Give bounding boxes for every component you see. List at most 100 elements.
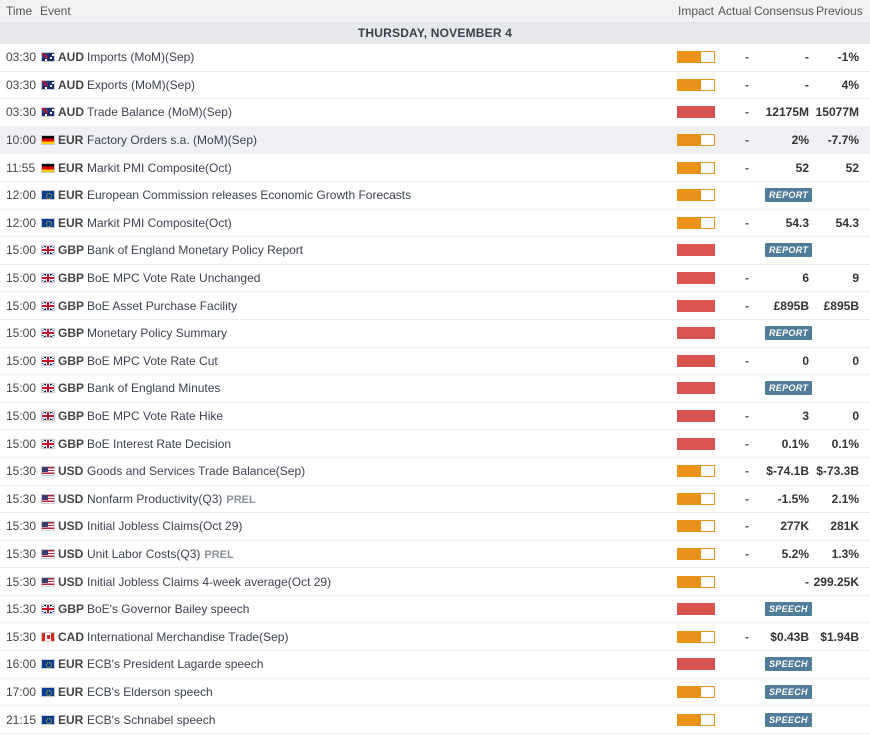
event-row[interactable]: 15:00 GBP BoE MPC Vote Rate Cut - 0 0: [0, 347, 870, 376]
event-row[interactable]: 03:30 AUD Exports (MoM)(Sep) - - 4%: [0, 71, 870, 100]
event-name[interactable]: BoE Interest Rate Decision: [87, 437, 231, 451]
speech-badge[interactable]: SPEECH: [765, 684, 812, 699]
event-name[interactable]: Initial Jobless Claims 4-week average(Oc…: [87, 575, 331, 589]
event-title[interactable]: European Commission releases Economic Gr…: [87, 188, 411, 202]
event-title[interactable]: Markit PMI Composite(Oct): [87, 161, 232, 175]
event-row[interactable]: 15:00 GBP BoE Interest Rate Decision - 0.1% 0…: [0, 430, 870, 458]
event-row[interactable]: 15:00 GBP BoE Asset Purchase Facility - £895…: [0, 292, 870, 320]
event-title[interactable]: ECB's Elderson speech: [87, 685, 213, 699]
event-name[interactable]: Imports (MoM)(Sep): [87, 50, 194, 64]
event-name[interactable]: European Commission releases Economic Gr…: [87, 188, 411, 202]
event-title[interactable]: BoE Interest Rate Decision: [87, 437, 231, 451]
event-row[interactable]: 15:00 GBP BoE MPC Vote Rate Unchanged - 6 9: [0, 264, 870, 293]
event-name[interactable]: Monetary Policy Summary: [87, 326, 227, 340]
event-name[interactable]: Initial Jobless Claims(Oct 29): [87, 519, 242, 533]
event-row[interactable]: 15:30 USD Initial Jobless Claims(Oct 29) - 2…: [0, 513, 870, 541]
event-name[interactable]: Unit Labor Costs(Q3) PREL: [87, 547, 234, 561]
event-row[interactable]: 12:00 EUR Markit PMI Composite(Oct) - 54.3 54…: [0, 209, 870, 238]
event-row[interactable]: 15:30 CAD International Merchandise Trade(…: [0, 623, 870, 652]
event-name[interactable]: BoE MPC Vote Rate Hike: [87, 409, 223, 423]
event-row[interactable]: 15:30 USD Unit Labor Costs(Q3) PREL - 5.2% 1.3…: [0, 540, 870, 569]
event-row[interactable]: 15:00 GBP Bank of England Minutes REPORT: [0, 375, 870, 403]
event-row[interactable]: 12:00 EUR European Commission releases Eco…: [0, 181, 870, 210]
event-title[interactable]: Markit PMI Composite(Oct): [87, 216, 232, 230]
event-title[interactable]: Initial Jobless Claims 4-week average(Oc…: [87, 575, 331, 589]
event-title[interactable]: Unit Labor Costs(Q3): [87, 547, 200, 561]
event-title[interactable]: Goods and Services Trade Balance(Sep): [87, 464, 305, 478]
header-consensus[interactable]: Consensus: [754, 4, 814, 18]
speech-badge[interactable]: SPEECH: [765, 712, 812, 727]
header-time[interactable]: Time: [6, 4, 32, 18]
event-title[interactable]: BoE MPC Vote Rate Cut: [87, 354, 218, 368]
event-row[interactable]: 17:00 EUR ECB's Elderson speech SPEECH: [0, 678, 870, 707]
event-name[interactable]: BoE MPC Vote Rate Cut: [87, 354, 218, 368]
event-title[interactable]: BoE MPC Vote Rate Unchanged: [87, 271, 260, 285]
event-title[interactable]: Bank of England Monetary Policy Report: [87, 243, 303, 257]
report-badge[interactable]: REPORT: [765, 381, 813, 396]
event-row[interactable]: 16:00 EUR ECB's President Lagarde speech SP…: [0, 651, 870, 679]
event-name[interactable]: Bank of England Monetary Policy Report: [87, 243, 303, 257]
event-title[interactable]: Nonfarm Productivity(Q3): [87, 492, 222, 506]
event-name[interactable]: Trade Balance (MoM)(Sep): [87, 105, 232, 119]
speech-badge[interactable]: SPEECH: [765, 657, 812, 672]
high-impact-indicator: [677, 658, 715, 671]
currency-code: EUR: [58, 684, 84, 699]
consensus-value: £895B: [773, 298, 809, 313]
report-badge[interactable]: REPORT: [765, 326, 813, 341]
event-title[interactable]: BoE's Governor Bailey speech: [87, 602, 249, 616]
event-title[interactable]: Bank of England Minutes: [87, 381, 220, 395]
event-name[interactable]: ECB's Schnabel speech: [87, 713, 215, 727]
event-row[interactable]: 15:30 USD Initial Jobless Claims 4-week av…: [0, 568, 870, 596]
event-row[interactable]: 11:55 EUR Markit PMI Composite(Oct) - 52 52: [0, 154, 870, 182]
event-title[interactable]: BoE Asset Purchase Facility: [87, 299, 237, 313]
event-name[interactable]: Goods and Services Trade Balance(Sep): [87, 464, 305, 478]
event-row[interactable]: 15:30 GBP BoE's Governor Bailey speech SPEE…: [0, 595, 870, 624]
event-name[interactable]: ECB's Elderson speech: [87, 685, 213, 699]
event-name[interactable]: Markit PMI Composite(Oct): [87, 216, 232, 230]
event-title[interactable]: Imports (MoM)(Sep): [87, 50, 194, 64]
event-name[interactable]: BoE MPC Vote Rate Unchanged: [87, 271, 260, 285]
event-name[interactable]: ECB's President Lagarde speech: [87, 657, 263, 671]
event-row[interactable]: 15:00 GBP Bank of England Monetary Policy …: [0, 237, 870, 265]
report-badge[interactable]: REPORT: [765, 243, 813, 258]
consensus-value: 2%: [791, 133, 809, 148]
event-title[interactable]: Exports (MoM)(Sep): [87, 78, 195, 92]
event-row[interactable]: 15:30 USD Nonfarm Productivity(Q3) PREL - -1.…: [0, 485, 870, 514]
event-title[interactable]: ECB's President Lagarde speech: [87, 657, 263, 671]
event-title[interactable]: Monetary Policy Summary: [87, 326, 227, 340]
header-event[interactable]: Event: [40, 4, 71, 18]
event-row[interactable]: 03:30 AUD Trade Balance (MoM)(Sep) - 12175M 1…: [0, 99, 870, 127]
event-row[interactable]: 15:00 GBP Monetary Policy Summary REPORT: [0, 319, 870, 348]
event-name[interactable]: Markit PMI Composite(Oct): [87, 161, 232, 175]
aud-flag-icon: [41, 107, 55, 118]
gb-flag-icon: [41, 273, 55, 284]
event-name[interactable]: BoE's Governor Bailey speech: [87, 602, 249, 616]
event-name[interactable]: Nonfarm Productivity(Q3) PREL: [87, 492, 256, 506]
event-name[interactable]: Factory Orders s.a. (MoM)(Sep): [87, 133, 257, 147]
event-title[interactable]: Initial Jobless Claims(Oct 29): [87, 519, 242, 533]
event-title[interactable]: BoE MPC Vote Rate Hike: [87, 409, 223, 423]
event-row[interactable]: 15:00 GBP BoE MPC Vote Rate Hike - 3 0: [0, 402, 870, 431]
event-row[interactable]: 10:00 EUR Factory Orders s.a. (MoM)(Sep) - 2…: [0, 126, 870, 155]
event-title[interactable]: ECB's Schnabel speech: [87, 713, 215, 727]
header-previous[interactable]: Previous: [816, 4, 863, 18]
currency-code: CAD: [58, 629, 84, 644]
event-title[interactable]: Trade Balance (MoM)(Sep): [87, 105, 232, 119]
event-name[interactable]: Exports (MoM)(Sep): [87, 78, 195, 92]
speech-badge[interactable]: SPEECH: [765, 602, 812, 617]
event-row[interactable]: 03:30 AUD Imports (MoM)(Sep) - - -1%: [0, 44, 870, 72]
event-name[interactable]: Bank of England Minutes: [87, 381, 220, 395]
actual-value: -: [745, 160, 749, 175]
high-impact-indicator: [677, 272, 715, 285]
header-actual[interactable]: Actual: [718, 4, 751, 18]
event-name[interactable]: BoE Asset Purchase Facility: [87, 299, 237, 313]
event-title[interactable]: Factory Orders s.a. (MoM)(Sep): [87, 133, 257, 147]
event-time: 15:30: [6, 464, 37, 479]
header-impact[interactable]: Impact: [678, 4, 714, 18]
event-title[interactable]: International Merchandise Trade(Sep): [87, 630, 288, 644]
event-row[interactable]: 21:15 EUR ECB's Schnabel speech SPEECH: [0, 706, 870, 734]
de-flag-icon: [41, 135, 55, 146]
report-badge[interactable]: REPORT: [765, 188, 813, 203]
event-name[interactable]: International Merchandise Trade(Sep): [87, 630, 288, 644]
event-row[interactable]: 15:30 USD Goods and Services Trade Balance…: [0, 457, 870, 486]
